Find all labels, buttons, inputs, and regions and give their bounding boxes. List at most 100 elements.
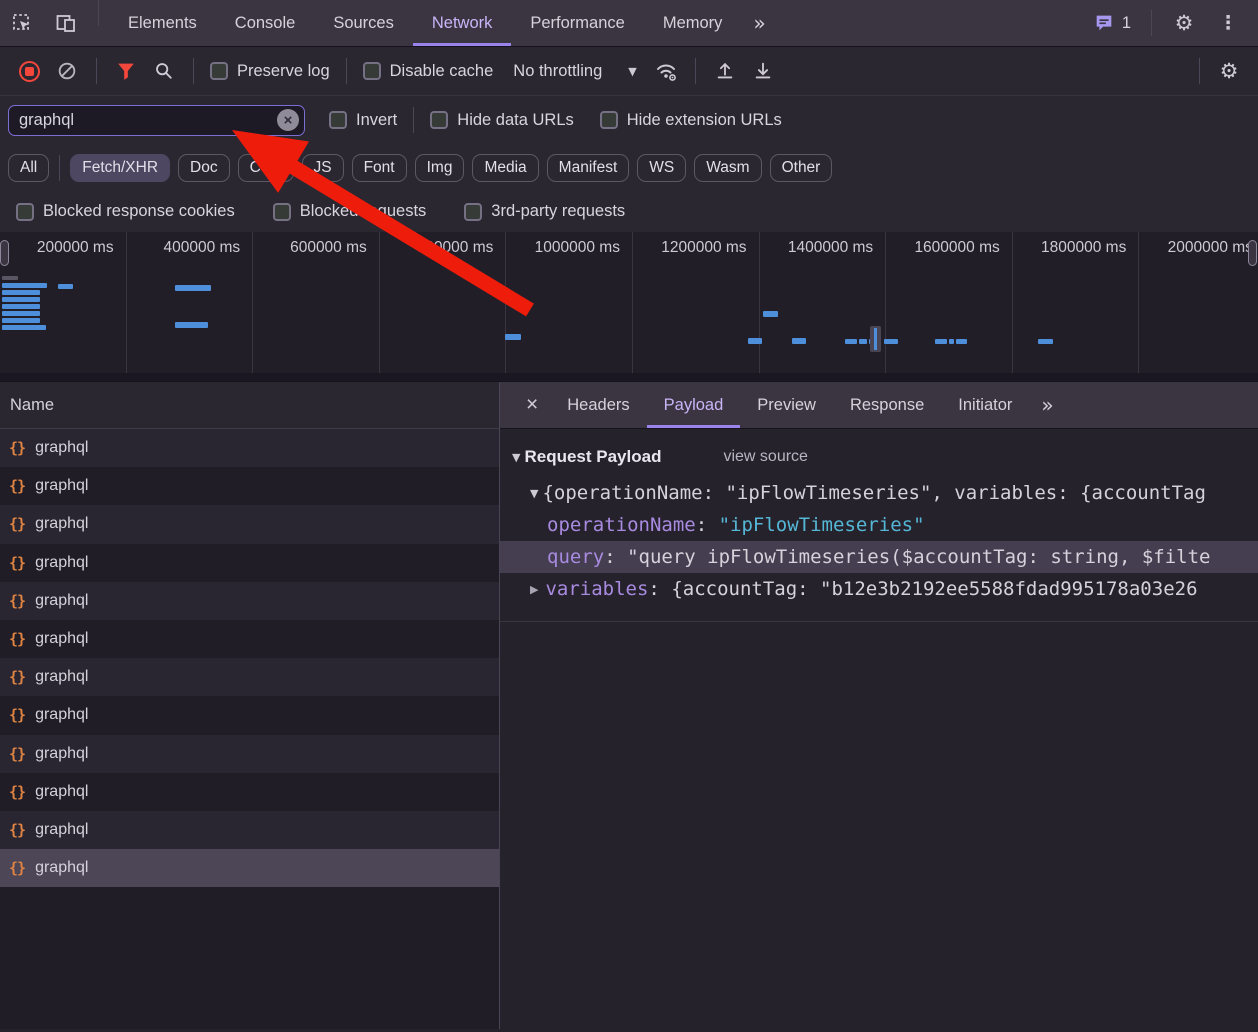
preserve-log-toggle[interactable]: Preserve log bbox=[204, 62, 336, 81]
chip-all[interactable]: All bbox=[8, 154, 49, 182]
clear-network-log-button[interactable] bbox=[48, 54, 86, 88]
request-row[interactable]: {} graphql bbox=[0, 544, 499, 582]
record-network-log-button[interactable] bbox=[10, 54, 48, 88]
timeline-request-bar[interactable] bbox=[58, 284, 73, 289]
hide-extension-urls-checkbox[interactable] bbox=[600, 111, 618, 129]
timeline-request-bar[interactable] bbox=[2, 276, 18, 280]
more-tabs-chevron[interactable]: » bbox=[741, 0, 777, 46]
details-tab-preview[interactable]: Preview bbox=[740, 382, 833, 428]
request-row[interactable]: {} graphql bbox=[0, 429, 499, 467]
timeline-left-handle[interactable] bbox=[0, 240, 9, 266]
timeline-request-bar[interactable] bbox=[2, 290, 40, 295]
payload-operation-row[interactable]: operationName: "ipFlowTimeseries" bbox=[500, 509, 1258, 541]
timeline-request-bar[interactable] bbox=[2, 283, 47, 288]
timeline-right-handle[interactable] bbox=[1248, 240, 1257, 266]
expand-triangle-icon[interactable]: ▶ bbox=[530, 583, 538, 596]
collapse-triangle-icon[interactable]: ▼ bbox=[512, 451, 520, 464]
filter-input[interactable] bbox=[8, 105, 305, 136]
details-tab-headers[interactable]: Headers bbox=[550, 382, 646, 428]
timeline-request-bar[interactable] bbox=[1038, 339, 1053, 344]
hide-data-urls-toggle[interactable]: Hide data URLs bbox=[424, 111, 579, 130]
timeline-request-bar[interactable] bbox=[763, 311, 778, 317]
kebab-menu-icon[interactable]: ⋮ bbox=[1206, 12, 1250, 34]
timeline-request-bar[interactable] bbox=[845, 339, 857, 344]
request-row[interactable]: {} graphql bbox=[0, 658, 499, 696]
timeline-request-bar[interactable] bbox=[175, 322, 208, 328]
hide-extension-urls-toggle[interactable]: Hide extension URLs bbox=[594, 111, 788, 130]
disable-cache-checkbox[interactable] bbox=[363, 62, 381, 80]
details-tab-initiator[interactable]: Initiator bbox=[941, 382, 1029, 428]
request-row[interactable]: {} graphql bbox=[0, 620, 499, 658]
network-settings-gear-icon[interactable]: ⚙ bbox=[1210, 54, 1248, 88]
disable-cache-toggle[interactable]: Disable cache bbox=[357, 62, 500, 81]
collapse-triangle-icon[interactable]: ▼ bbox=[530, 487, 538, 500]
timeline-request-bar[interactable] bbox=[505, 334, 521, 340]
timeline-request-bar[interactable] bbox=[175, 285, 211, 291]
payload-query-row[interactable]: query: "query ipFlowTimeseries($accountT… bbox=[500, 541, 1258, 573]
inspect-element-icon[interactable] bbox=[0, 0, 44, 46]
blocked-filter-toggle[interactable]: Blocked requests bbox=[267, 202, 433, 221]
devtools-tab-performance[interactable]: Performance bbox=[511, 0, 643, 46]
timeline-request-bar[interactable] bbox=[2, 325, 46, 330]
timeline-request-bar[interactable] bbox=[2, 304, 40, 309]
devtools-tab-console[interactable]: Console bbox=[216, 0, 315, 46]
chip-other[interactable]: Other bbox=[770, 154, 833, 182]
request-row[interactable]: {} graphql bbox=[0, 849, 499, 887]
timeline-request-bar[interactable] bbox=[2, 318, 40, 323]
timeline-request-bar[interactable] bbox=[748, 338, 762, 344]
chip-ws[interactable]: WS bbox=[637, 154, 686, 182]
request-row[interactable]: {} graphql bbox=[0, 505, 499, 543]
request-row[interactable]: {} graphql bbox=[0, 467, 499, 505]
chip-js[interactable]: JS bbox=[302, 154, 344, 182]
issues-counter[interactable]: 1 bbox=[1083, 12, 1141, 34]
devtools-tab-network[interactable]: Network bbox=[413, 0, 512, 46]
chip-font[interactable]: Font bbox=[352, 154, 407, 182]
chip-manifest[interactable]: Manifest bbox=[547, 154, 630, 182]
invert-checkbox[interactable] bbox=[329, 111, 347, 129]
chip-img[interactable]: Img bbox=[415, 154, 465, 182]
close-details-icon[interactable]: × bbox=[514, 382, 550, 428]
request-row[interactable]: {} graphql bbox=[0, 582, 499, 620]
timeline-request-bar[interactable] bbox=[956, 339, 967, 344]
devtools-tab-memory[interactable]: Memory bbox=[644, 0, 742, 46]
chip-doc[interactable]: Doc bbox=[178, 154, 230, 182]
chip-css[interactable]: CSS bbox=[238, 154, 294, 182]
chip-wasm[interactable]: Wasm bbox=[694, 154, 761, 182]
blocked-filter-toggle[interactable]: Blocked response cookies bbox=[10, 202, 241, 221]
request-row[interactable]: {} graphql bbox=[0, 696, 499, 734]
checkbox[interactable] bbox=[273, 203, 291, 221]
details-tab-response[interactable]: Response bbox=[833, 382, 941, 428]
more-detail-tabs-chevron[interactable]: » bbox=[1029, 382, 1065, 428]
name-column-header[interactable]: Name bbox=[0, 382, 499, 429]
payload-variables-row[interactable]: ▶ variables: {accountTag: "b12e3b2192ee5… bbox=[500, 573, 1258, 605]
clear-filter-icon[interactable]: × bbox=[277, 109, 299, 131]
network-conditions-icon[interactable] bbox=[647, 54, 685, 88]
timeline-request-bar[interactable] bbox=[2, 297, 40, 302]
request-row[interactable]: {} graphql bbox=[0, 735, 499, 773]
timeline-request-bar[interactable] bbox=[792, 338, 806, 344]
blocked-filter-toggle[interactable]: 3rd-party requests bbox=[458, 202, 631, 221]
chip-media[interactable]: Media bbox=[472, 154, 538, 182]
request-row[interactable]: {} graphql bbox=[0, 773, 499, 811]
throttling-dropdown[interactable]: No throttling ▼ bbox=[499, 62, 646, 81]
payload-root-row[interactable]: ▼ {operationName: "ipFlowTimeseries", va… bbox=[500, 477, 1258, 509]
timeline-request-bar[interactable] bbox=[935, 339, 947, 344]
filter-funnel-icon[interactable] bbox=[107, 54, 145, 88]
invert-toggle[interactable]: Invert bbox=[323, 111, 403, 130]
timeline-request-bar[interactable] bbox=[949, 339, 954, 344]
chip-fetch-xhr[interactable]: Fetch/XHR bbox=[70, 154, 170, 182]
search-icon[interactable] bbox=[145, 54, 183, 88]
checkbox[interactable] bbox=[16, 203, 34, 221]
timeline-request-bar[interactable] bbox=[2, 311, 40, 316]
settings-gear-icon[interactable]: ⚙ bbox=[1162, 11, 1206, 35]
hide-data-urls-checkbox[interactable] bbox=[430, 111, 448, 129]
timeline-request-bar[interactable] bbox=[859, 339, 867, 344]
device-toolbar-icon[interactable] bbox=[44, 0, 88, 46]
details-tab-payload[interactable]: Payload bbox=[647, 382, 741, 428]
network-overview-timeline[interactable]: 200000 ms400000 ms600000 ms800000 ms1000… bbox=[0, 232, 1258, 382]
view-source-link[interactable]: view source bbox=[723, 448, 807, 466]
request-row[interactable]: {} graphql bbox=[0, 811, 499, 849]
timeline-scrollbar[interactable] bbox=[0, 373, 1258, 381]
checkbox[interactable] bbox=[464, 203, 482, 221]
devtools-tab-sources[interactable]: Sources bbox=[314, 0, 413, 46]
